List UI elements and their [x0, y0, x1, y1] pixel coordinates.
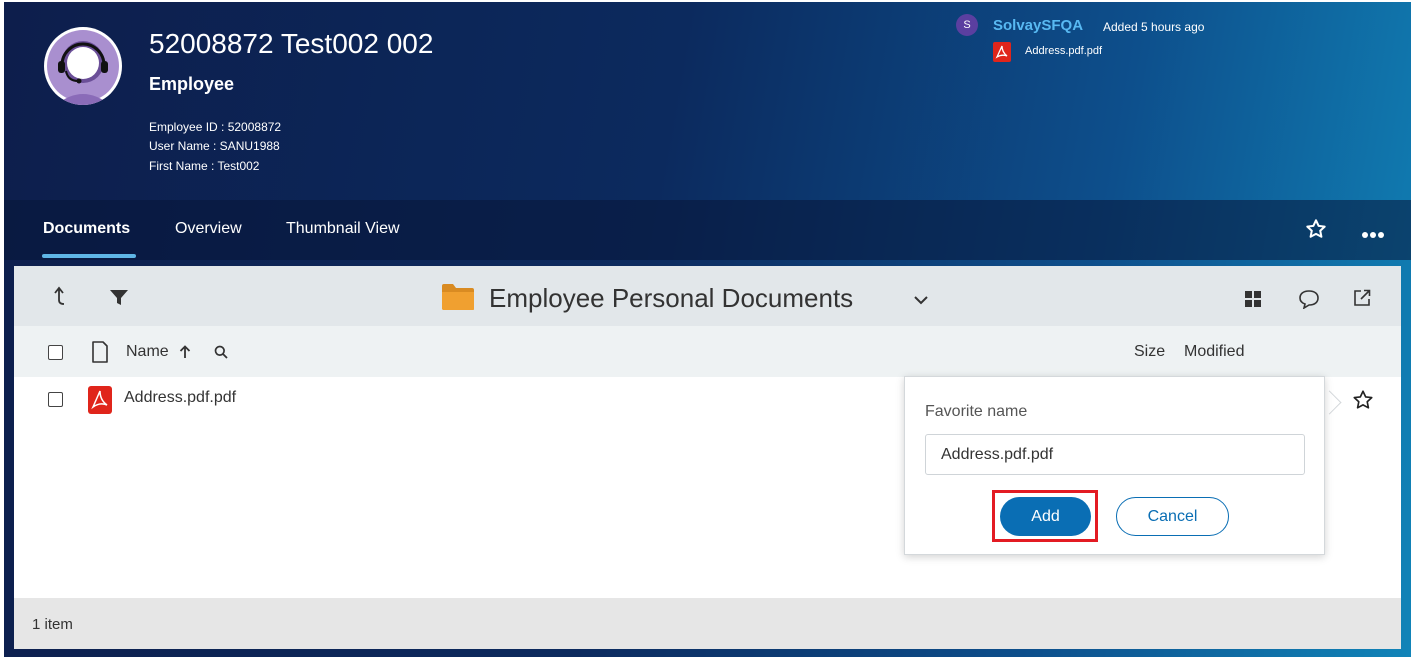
- item-count: 1 item: [32, 616, 73, 633]
- select-all-checkbox[interactable]: [48, 345, 63, 360]
- open-external-icon[interactable]: [1353, 289, 1371, 312]
- file-name-link[interactable]: Address.pdf.pdf: [124, 389, 236, 407]
- grid-view-icon[interactable]: [1245, 291, 1261, 312]
- employee-id: Employee ID : 52008872: [149, 120, 282, 134]
- add-button[interactable]: Add: [1000, 497, 1091, 536]
- modified-column-label[interactable]: Modified: [1184, 343, 1244, 361]
- employee-title: 52008872 Test002 002: [149, 28, 434, 59]
- search-icon[interactable]: [214, 345, 228, 364]
- tab-bar: Documents Overview Thumbnail View: [4, 200, 1411, 260]
- up-level-icon[interactable]: [52, 286, 68, 313]
- user-name: User Name : SANU1988: [149, 139, 280, 153]
- chevron-down-icon[interactable]: [913, 292, 929, 310]
- pdf-icon: [993, 42, 1011, 67]
- more-horizontal-icon[interactable]: [1361, 226, 1385, 244]
- employee-type: Employee: [149, 74, 235, 94]
- active-tab-indicator: [42, 254, 136, 258]
- cancel-button[interactable]: Cancel: [1116, 497, 1229, 536]
- headset-user-icon: [47, 30, 119, 105]
- star-outline-icon[interactable]: [1305, 218, 1327, 245]
- column-header-row: Name Size Modified: [14, 326, 1401, 377]
- file-type-icon: [91, 340, 109, 369]
- favorite-star-icon[interactable]: [1352, 389, 1374, 416]
- comment-icon[interactable]: [1298, 289, 1320, 314]
- favorite-popover: Favorite name Add Cancel: [904, 376, 1325, 555]
- avatar: [44, 27, 122, 105]
- folder-icon: [441, 283, 475, 316]
- activity-file-link[interactable]: Address.pdf.pdf: [1025, 45, 1102, 57]
- activity-user-badge: S: [956, 14, 978, 36]
- favorite-name-label: Favorite name: [925, 403, 1028, 420]
- first-name: First Name : Test002: [149, 159, 260, 173]
- sort-ascending-icon[interactable]: [179, 345, 191, 364]
- name-column-label[interactable]: Name: [126, 343, 169, 361]
- size-column-label[interactable]: Size: [1134, 343, 1165, 361]
- list-footer: 1 item: [14, 598, 1401, 649]
- pdf-icon: [88, 386, 112, 419]
- folder-title[interactable]: Employee Personal Documents: [489, 283, 853, 314]
- tab-overview[interactable]: Overview: [175, 220, 242, 238]
- folder-toolbar: Employee Personal Documents: [14, 266, 1401, 326]
- filter-icon[interactable]: [110, 290, 128, 311]
- app-frame: 52008872 Test002 002 Employee Employee I…: [4, 2, 1411, 657]
- activity-user-link[interactable]: SolvaySFQA: [993, 17, 1083, 34]
- tab-thumbnail-view[interactable]: Thumbnail View: [286, 220, 400, 238]
- row-checkbox[interactable]: [48, 392, 63, 407]
- documents-panel: Employee Personal Documents Name Size Mo…: [14, 266, 1401, 649]
- favorite-name-input[interactable]: [925, 434, 1305, 475]
- activity-time: Added 5 hours ago: [1103, 20, 1205, 34]
- tab-documents[interactable]: Documents: [43, 220, 130, 238]
